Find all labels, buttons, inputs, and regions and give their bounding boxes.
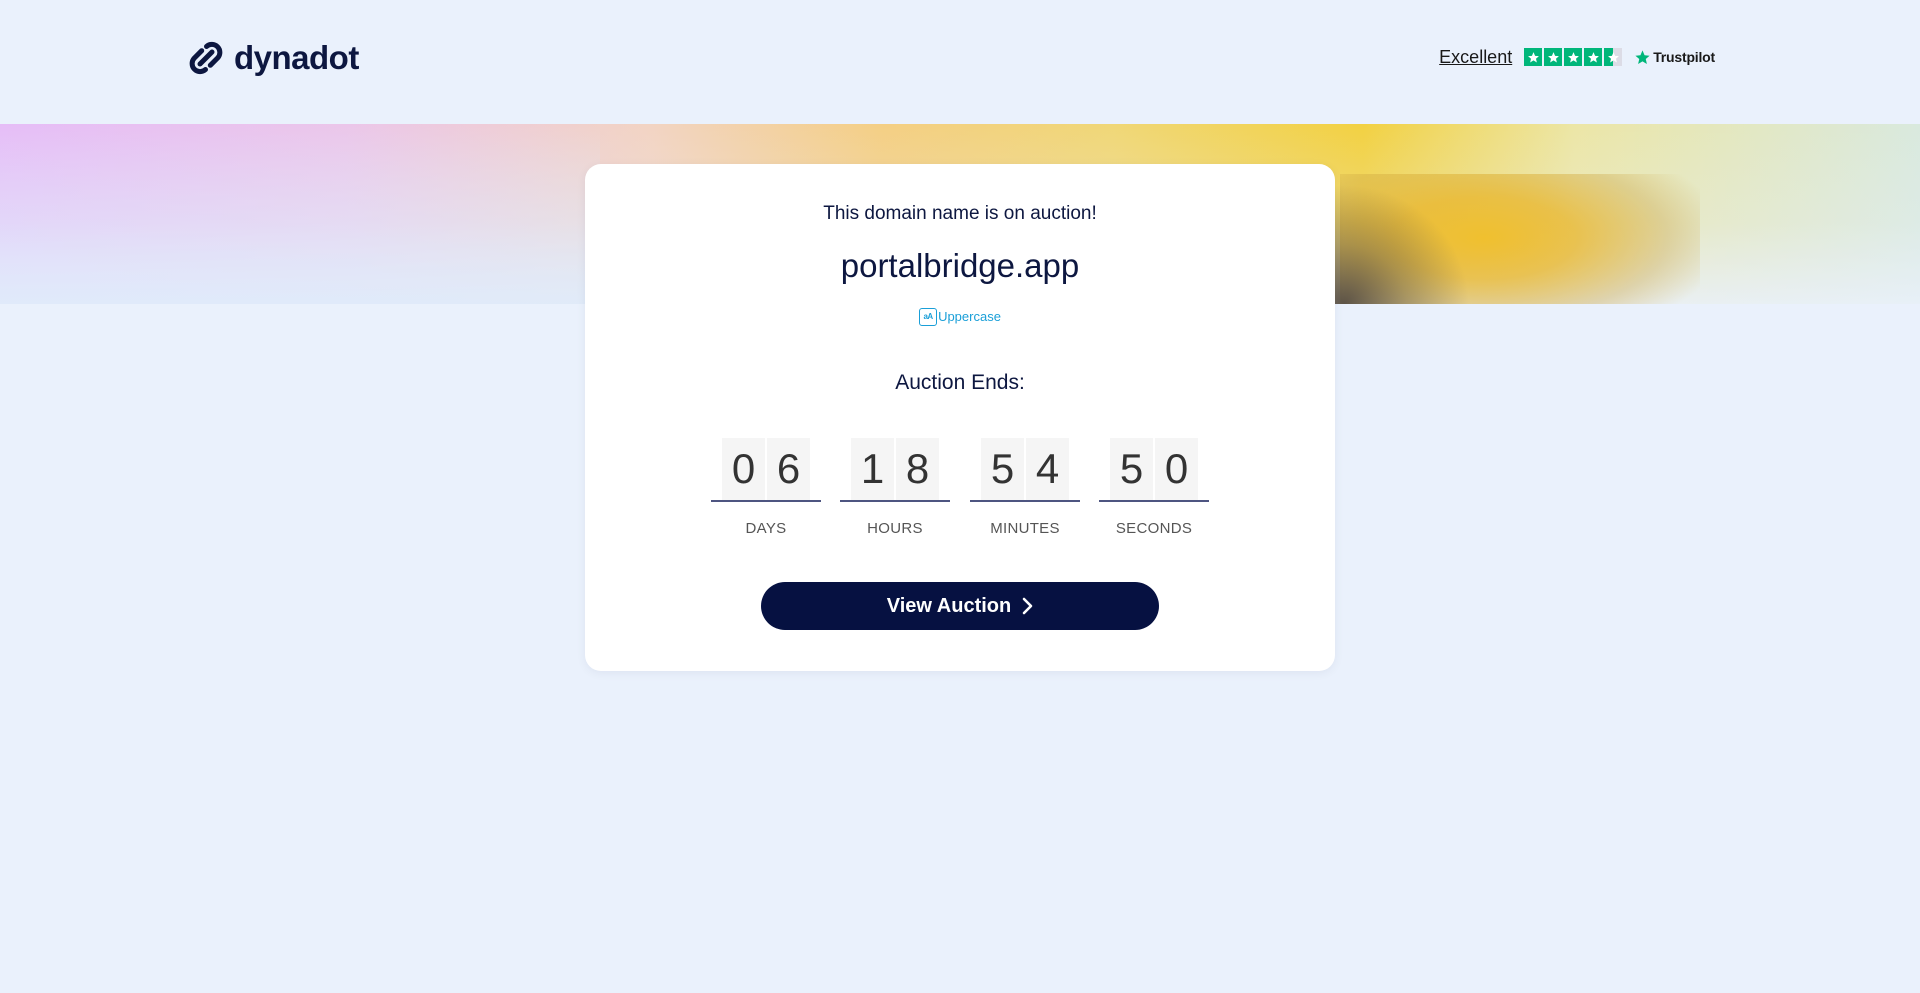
trustpilot-widget[interactable]: Excellent Trustpilot [1439, 46, 1715, 68]
trustpilot-star-icon [1635, 49, 1650, 64]
countdown-minutes: 5 4 MINUTES [970, 438, 1080, 538]
star-icon [1544, 48, 1563, 66]
auction-subtitle: This domain name is on auction! [823, 203, 1097, 224]
chevron-right-icon [1022, 597, 1033, 615]
countdown-digit: 1 [851, 438, 894, 500]
site-header: dynadot Excellent Trustpilot [0, 0, 1920, 124]
countdown-digit: 4 [1026, 438, 1069, 500]
star-icon [1584, 48, 1603, 66]
view-auction-button[interactable]: View Auction [761, 582, 1159, 630]
auction-ends-label: Auction Ends: [895, 371, 1025, 394]
dynadot-logo[interactable]: dynadot [186, 38, 359, 78]
dynadot-logo-icon [189, 41, 223, 75]
page: dynadot Excellent Trustpilot This domain… [0, 0, 1920, 993]
auction-card: This domain name is on auction! portalbr… [585, 164, 1335, 671]
countdown-digit: 8 [896, 438, 939, 500]
dynadot-wordmark: dynadot [234, 39, 359, 76]
uppercase-label[interactable]: Uppercase [938, 308, 1001, 326]
star-icon [1564, 48, 1583, 66]
countdown-label: MINUTES [990, 520, 1060, 537]
banner-blend [0, 124, 600, 304]
countdown-days: 0 6 DAYS [711, 438, 821, 538]
countdown-timer: 0 6 DAYS 1 8 HOURS 5 4 MINUTES 5 0 SECON… [711, 438, 1209, 548]
countdown-label: HOURS [867, 520, 923, 537]
countdown-digit: 5 [1110, 438, 1153, 500]
countdown-digit: 6 [767, 438, 810, 500]
countdown-digit: 0 [1155, 438, 1198, 500]
countdown-seconds: 5 0 SECONDS [1099, 438, 1209, 538]
uppercase-toggle[interactable]: aA Uppercase [585, 308, 1335, 326]
domain-name: portalbridge.app [840, 247, 1080, 284]
countdown-digit: 5 [981, 438, 1024, 500]
countdown-digit: 0 [722, 438, 765, 500]
trustpilot-rating-text[interactable]: Excellent [1439, 46, 1512, 68]
trustpilot-brand-text: Trustpilot [1653, 49, 1715, 65]
half-star-icon [1604, 48, 1623, 66]
countdown-label: SECONDS [1115, 520, 1193, 537]
trustpilot-logo[interactable]: Trustpilot [1634, 49, 1715, 66]
text-case-icon: aA [919, 308, 938, 326]
trustpilot-stars [1524, 48, 1623, 66]
view-auction-label: View Auction [886, 595, 1012, 617]
countdown-label: DAYS [745, 520, 787, 537]
star-icon [1524, 48, 1543, 66]
countdown-hours: 1 8 HOURS [840, 438, 950, 538]
